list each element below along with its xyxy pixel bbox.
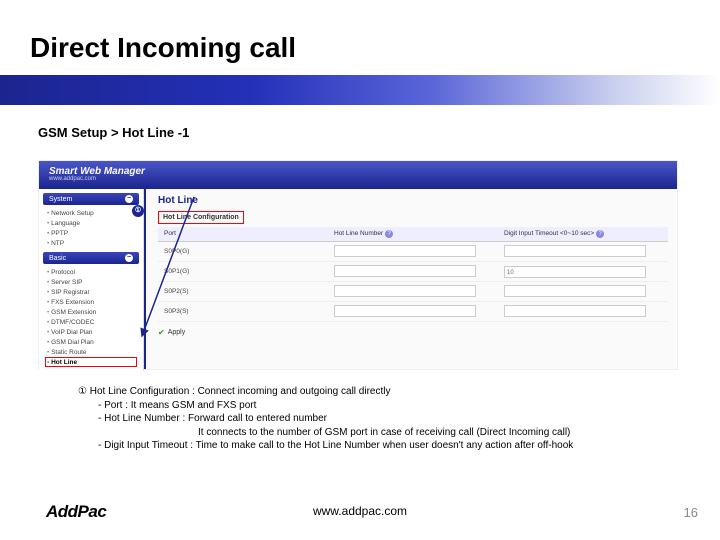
sidebar-item-sip-registrar[interactable]: SIP Registrar	[45, 287, 137, 297]
note-line: - Hot Line Number : Forward call to ente…	[78, 412, 678, 426]
sidebar-section-label: System	[49, 196, 72, 203]
col-number: Hot Line Number?	[328, 227, 498, 241]
sidebar-item-pptp[interactable]: PPTP	[45, 228, 137, 238]
sidebar-item-fxs[interactable]: FXS Extension	[45, 297, 137, 307]
hotline-number-input[interactable]	[334, 245, 476, 257]
col-timeout: Digit Input Timeout <0~10 sec>?	[498, 227, 668, 241]
sidebar: System − Network Setup Language PPTP NTP…	[39, 189, 144, 371]
timeout-input[interactable]: 10	[504, 266, 646, 278]
help-icon[interactable]: ?	[596, 230, 604, 238]
title-gradient-band	[0, 75, 720, 105]
cell-port: S0P2(S)	[158, 286, 328, 297]
hotline-number-input[interactable]	[334, 285, 476, 297]
footer-page-number: 16	[684, 505, 698, 520]
sidebar-item-protocol[interactable]: Protocol	[45, 267, 137, 277]
content-area: ① Hot Line Hot Line Configuration Port H…	[144, 189, 677, 371]
table-row: S0P3(S)	[158, 302, 668, 322]
note-line: - Port : It means GSM and FXS port	[78, 399, 678, 413]
sidebar-item-gsm-dial[interactable]: GSM Dial Plan	[45, 337, 137, 347]
check-icon: ✔	[158, 328, 165, 337]
sidebar-section-basic[interactable]: Basic −	[43, 252, 139, 264]
timeout-input[interactable]	[504, 245, 646, 257]
sidebar-item-server-sip[interactable]: Server SIP	[45, 277, 137, 287]
note-line: ① Hot Line Configuration : Connect incom…	[78, 386, 390, 397]
content-heading: Hot Line	[158, 195, 669, 206]
hotline-table: Port Hot Line Number? Digit Input Timeou…	[158, 227, 668, 322]
sidebar-item-hotline[interactable]: Hot Line	[45, 357, 137, 367]
sidebar-item-voip-dial[interactable]: VoIP Dial Plan	[45, 327, 137, 337]
swm-header: Smart Web Manager www.addpac.com	[39, 161, 677, 189]
table-row: S0P0(G)	[158, 242, 668, 262]
callout-badge-1: ①	[132, 205, 144, 217]
table-row: S0P2(S)	[158, 282, 668, 302]
apply-button[interactable]: Apply	[168, 329, 186, 336]
collapse-icon[interactable]: −	[125, 254, 133, 262]
hotline-number-input[interactable]	[334, 305, 476, 317]
note-line: - Digit Input Timeout : Time to make cal…	[78, 439, 678, 453]
cell-port: S0P0(G)	[158, 246, 328, 257]
help-icon[interactable]: ?	[385, 230, 393, 238]
note-line: It connects to the number of GSM port in…	[78, 426, 678, 440]
page-title: Direct Incoming call	[30, 32, 296, 64]
timeout-input[interactable]	[504, 305, 646, 317]
sidebar-item-dtmf[interactable]: DTMF/CODEC	[45, 317, 137, 327]
hotline-number-input[interactable]	[334, 265, 476, 277]
vertical-divider	[144, 189, 146, 369]
sidebar-item-ntp[interactable]: NTP	[45, 238, 137, 248]
section-label: Hot Line Configuration	[158, 211, 244, 224]
cell-port: S0P3(S)	[158, 306, 328, 317]
col-port: Port	[158, 227, 328, 241]
sidebar-item-language[interactable]: Language	[45, 218, 137, 228]
sidebar-section-system[interactable]: System −	[43, 193, 139, 205]
sidebar-section-label: Basic	[49, 255, 66, 262]
table-row: S0P1(G) 10	[158, 262, 668, 282]
footer-url: www.addpac.com	[0, 504, 720, 518]
explanatory-notes: ① Hot Line Configuration : Connect incom…	[78, 385, 678, 453]
breadcrumb: GSM Setup > Hot Line -1	[38, 125, 189, 140]
sidebar-item-static-route[interactable]: Static Route	[45, 347, 137, 357]
sidebar-item-network[interactable]: Network Setup	[45, 208, 137, 218]
timeout-input[interactable]	[504, 285, 646, 297]
cell-port: S0P1(G)	[158, 266, 328, 277]
sidebar-item-gsm-ext[interactable]: GSM Extension	[45, 307, 137, 317]
collapse-icon[interactable]: −	[125, 195, 133, 203]
screenshot-panel: Smart Web Manager www.addpac.com System …	[38, 160, 678, 370]
